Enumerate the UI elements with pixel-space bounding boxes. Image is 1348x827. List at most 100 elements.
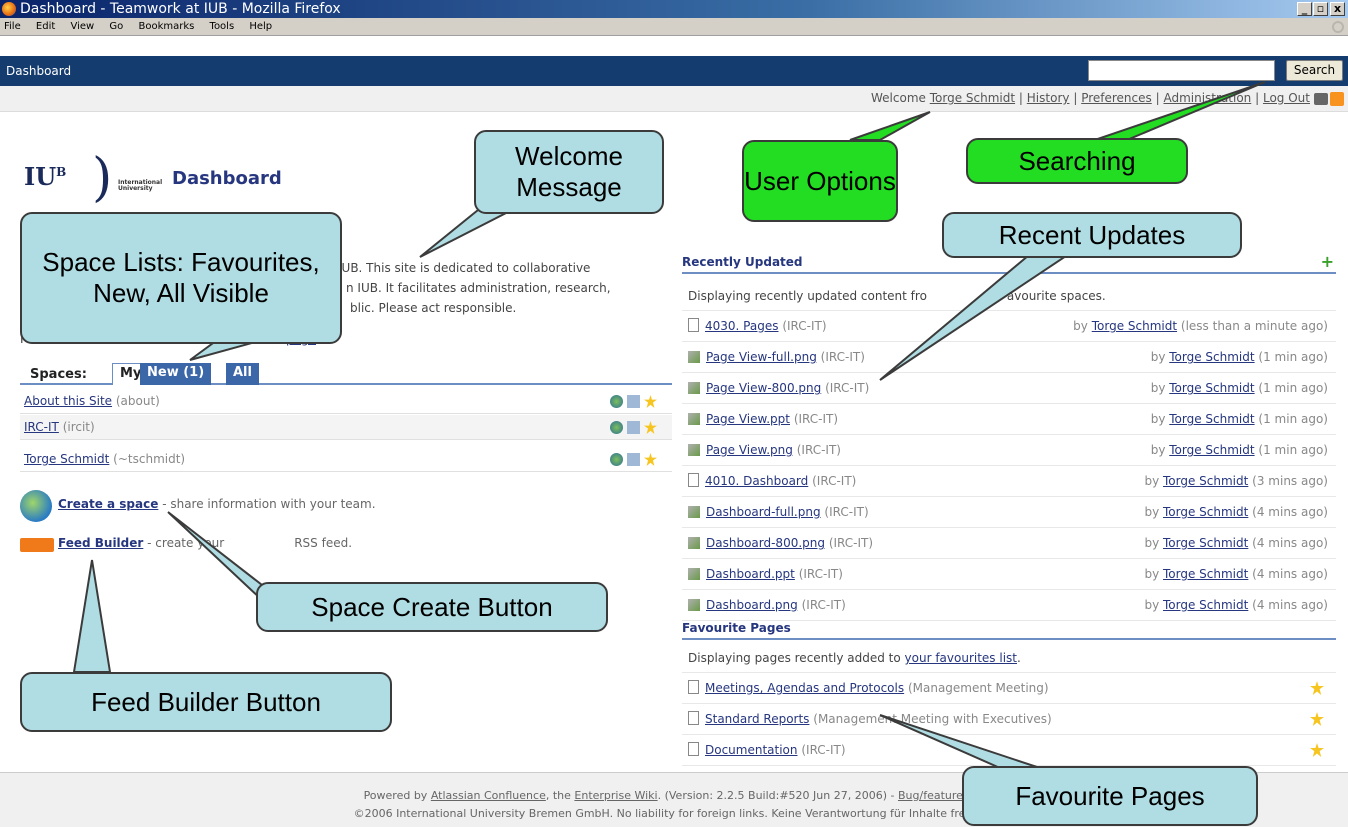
space-create-callout: Space Create Button xyxy=(256,582,608,632)
browse-icon[interactable] xyxy=(610,453,623,466)
image-icon xyxy=(688,568,700,580)
user-options-callout: User Options xyxy=(742,140,898,222)
menu-bookmarks[interactable]: Bookmarks xyxy=(138,21,194,32)
recent-intro: Displaying recently updated content fro a… xyxy=(682,281,1336,311)
favourite-star-icon[interactable] xyxy=(644,421,657,434)
top-navbar: Dashboard Search xyxy=(0,56,1348,86)
add-page-icon[interactable] xyxy=(627,421,640,434)
recent-item-link[interactable]: Page View.ppt xyxy=(706,412,790,426)
space-link[interactable]: IRC-IT xyxy=(24,420,59,434)
preferences-link[interactable]: Preferences xyxy=(1081,91,1152,105)
favourites-list-link[interactable]: your favourites list xyxy=(905,651,1017,665)
menu-go[interactable]: Go xyxy=(109,21,123,32)
favourite-item-link[interactable]: Standard Reports xyxy=(705,712,809,726)
author-link[interactable]: Torge Schmidt xyxy=(1169,381,1254,395)
favourite-star-icon[interactable] xyxy=(1310,743,1324,757)
menu-view[interactable]: View xyxy=(70,21,94,32)
close-button[interactable]: x xyxy=(1330,2,1345,16)
recent-item-row: 4010. Dashboard (IRC-IT) by Torge Schmidt… xyxy=(682,466,1336,497)
author-link[interactable]: Torge Schmidt xyxy=(1169,443,1254,457)
feed-builder-callout: Feed Builder Button xyxy=(20,672,392,732)
favourite-star-icon[interactable] xyxy=(644,395,657,408)
window-titlebar: Dashboard - Teamwork at IUB - Mozilla Fi… xyxy=(0,0,1348,18)
recent-item-space: (IRC-IT) xyxy=(801,598,846,612)
administration-link[interactable]: Administration xyxy=(1163,91,1251,105)
search-button[interactable]: Search xyxy=(1286,60,1343,81)
minimize-button[interactable]: _ xyxy=(1297,2,1312,16)
recent-item-link[interactable]: Page View-full.png xyxy=(706,350,817,364)
rss-icon[interactable] xyxy=(1330,92,1344,106)
image-icon xyxy=(688,351,700,363)
page-icon xyxy=(688,680,699,694)
recent-item-link[interactable]: Page View.png xyxy=(706,443,793,457)
favourite-item-link[interactable]: Meetings, Agendas and Protocols xyxy=(705,681,904,695)
favourite-star-icon[interactable] xyxy=(1310,681,1324,695)
add-page-icon[interactable] xyxy=(627,395,640,408)
page-icon xyxy=(688,318,699,332)
create-space-icon[interactable] xyxy=(20,490,52,522)
recent-item-space: (IRC-IT) xyxy=(793,412,839,426)
space-row: About this Site (about) xyxy=(20,389,672,414)
recent-item-link[interactable]: Dashboard.ppt xyxy=(706,567,795,581)
space-link[interactable]: Torge Schmidt xyxy=(24,452,109,466)
print-icon[interactable] xyxy=(1314,93,1328,105)
favourite-item-space: (Management Meeting with Executives) xyxy=(813,712,1052,726)
recent-item-link[interactable]: Dashboard.png xyxy=(706,598,798,612)
author-link[interactable]: Torge Schmidt xyxy=(1163,505,1248,519)
author-link[interactable]: Torge Schmidt xyxy=(1092,319,1177,333)
menu-edit[interactable]: Edit xyxy=(36,21,55,32)
add-page-icon[interactable] xyxy=(627,453,640,466)
author-link[interactable]: Torge Schmidt xyxy=(1163,536,1248,550)
recent-item-link[interactable]: 4030. Pages xyxy=(705,319,778,333)
page-icon xyxy=(688,473,699,487)
tab-new[interactable]: New (1) xyxy=(140,363,212,385)
recent-item-link[interactable]: Dashboard-800.png xyxy=(706,536,825,550)
favourite-item-link[interactable]: Documentation xyxy=(705,743,798,757)
searching-callout: Searching xyxy=(966,138,1188,184)
recent-item-author: by Torge Schmidt (4 mins ago) xyxy=(1144,567,1328,581)
feed-builder-link[interactable]: Feed Builder xyxy=(58,536,143,550)
recent-item-link[interactable]: Dashboard-full.png xyxy=(706,505,821,519)
author-link[interactable]: Torge Schmidt xyxy=(1169,412,1254,426)
author-link[interactable]: Torge Schmidt xyxy=(1163,567,1248,581)
favourite-star-icon[interactable] xyxy=(1310,712,1324,726)
favourite-star-icon[interactable] xyxy=(644,453,657,466)
feed-builder-tail xyxy=(72,559,112,673)
favourites-intro: Displaying pages recently added to your … xyxy=(682,643,1336,673)
maximize-button[interactable]: ▫ xyxy=(1313,2,1328,16)
space-row: IRC-IT (ircit) xyxy=(20,415,672,440)
space-link[interactable]: About this Site xyxy=(24,394,112,408)
browse-icon[interactable] xyxy=(610,421,623,434)
author-link[interactable]: Torge Schmidt xyxy=(1169,350,1254,364)
recent-item-link[interactable]: 4010. Dashboard xyxy=(705,474,808,488)
add-icon[interactable]: + xyxy=(1321,252,1334,272)
browse-icon[interactable] xyxy=(610,395,623,408)
image-icon xyxy=(688,506,700,518)
recent-item-space: (IRC-IT) xyxy=(798,567,843,581)
author-link[interactable]: Torge Schmidt xyxy=(1163,474,1248,488)
user-profile-link[interactable]: Torge Schmidt xyxy=(930,91,1015,105)
logout-link[interactable]: Log Out xyxy=(1263,91,1310,105)
nav-title[interactable]: Dashboard xyxy=(6,64,71,78)
throbber-icon xyxy=(1332,21,1344,33)
history-link[interactable]: History xyxy=(1027,91,1070,105)
menu-tools[interactable]: Tools xyxy=(210,21,235,32)
user-bar: Welcome Torge Schmidt | History | Prefer… xyxy=(0,86,1348,112)
menu-help[interactable]: Help xyxy=(249,21,272,32)
menu-file[interactable]: File xyxy=(4,21,21,32)
recent-item-space: (IRC-IT) xyxy=(796,443,841,457)
recent-updates-callout: Recent Updates xyxy=(942,212,1242,258)
recent-item-row: Dashboard.png (IRC-IT) by Torge Schmidt (… xyxy=(682,590,1336,621)
recent-item-link[interactable]: Page View-800.png xyxy=(706,381,821,395)
page-icon xyxy=(688,711,699,725)
feed-builder-icon[interactable] xyxy=(20,538,54,552)
recent-item-author: by Torge Schmidt (1 min ago) xyxy=(1150,381,1328,395)
create-space-link[interactable]: Create a space xyxy=(58,497,158,511)
author-link[interactable]: Torge Schmidt xyxy=(1163,598,1248,612)
search-input[interactable] xyxy=(1088,60,1275,81)
enterprise-wiki-link[interactable]: Enterprise Wiki xyxy=(574,789,657,802)
recent-item-space: (IRC-IT) xyxy=(824,505,869,519)
recent-item-row: Page View.ppt (IRC-IT) by Torge Schmidt (… xyxy=(682,404,1336,435)
tab-all[interactable]: All xyxy=(226,363,259,385)
confluence-link[interactable]: Atlassian Confluence xyxy=(431,789,546,802)
